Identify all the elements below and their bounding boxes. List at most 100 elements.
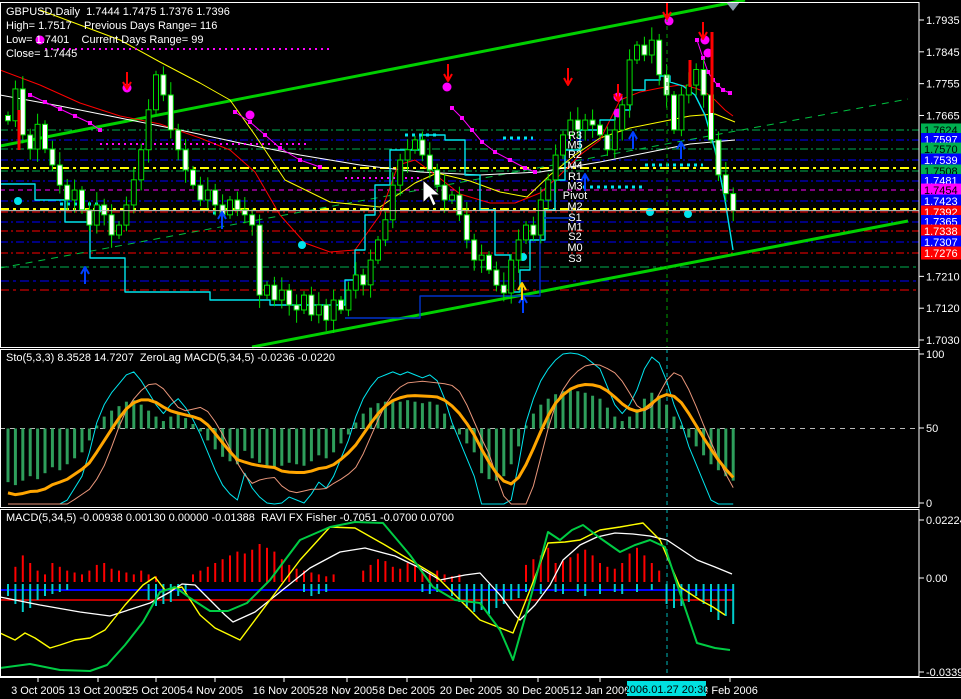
sar-square [480, 140, 484, 144]
sar-square [298, 158, 302, 162]
symbol-period-label: GBPUSD,Daily [6, 6, 80, 18]
time-axis-label: 3 Oct 2005 [11, 685, 65, 697]
sto-histogram-bar [81, 429, 84, 453]
ravi-green-line [0, 522, 730, 671]
candle-body [28, 135, 33, 149]
sto-histogram-bar [650, 393, 653, 429]
chart-canvas[interactable]: R3M5R2M4R1M3PivotM2S1M1S2M0S31.79351.784… [0, 0, 961, 699]
candle-body [501, 285, 506, 293]
candle-body [435, 170, 440, 185]
candle-body [376, 240, 381, 260]
sto-histogram-bar [325, 429, 328, 459]
price-scale-label: 1.7210 [926, 271, 960, 283]
sto-histogram-bar [717, 429, 720, 471]
candle-body [531, 225, 536, 235]
time-axis-label: 25 Oct 2005 [126, 685, 186, 697]
candle-body [109, 215, 114, 235]
sto-histogram-bar [517, 429, 520, 447]
time-axis-label: 20 Dec 2005 [440, 685, 502, 697]
sto-histogram-bar [169, 417, 172, 429]
sar-square [73, 114, 77, 118]
time-axis-label: 13 Oct 2005 [68, 685, 128, 697]
sto-histogram-bar [14, 429, 17, 486]
candle-body [405, 150, 410, 160]
candle-body [6, 115, 11, 120]
time-axis-label: 8 Dec 2005 [379, 685, 435, 697]
sto-histogram-bar [273, 429, 276, 468]
gray-triangle-marker [726, 2, 740, 11]
candle-body [368, 260, 373, 285]
candle-body [627, 60, 632, 105]
ohlc-values: 1.7444 1.7475 1.7376 1.7396 [86, 6, 230, 18]
sto-histogram-bar [443, 414, 446, 429]
sto-histogram-bar [88, 429, 91, 441]
chart-header-line2: High= 1.7517 Previous Days Range= 116 [6, 19, 217, 33]
sto-histogram-bar [465, 429, 468, 444]
macd-scale-label: 0.02224 [926, 515, 961, 527]
time-axis-label: 12 Jan 2006 [570, 685, 631, 697]
candle-body [361, 275, 366, 285]
candle-body [316, 305, 321, 315]
sto-histogram-bar [621, 421, 624, 428]
sto-histogram-bar [192, 424, 195, 428]
sto-histogram-bar [362, 414, 365, 429]
sto-histogram-bar [243, 429, 246, 451]
sto-histogram-bar [295, 429, 298, 465]
signal-dot-cyan [684, 210, 692, 218]
candle-body [198, 185, 203, 200]
sar-square [493, 150, 497, 154]
candle-body [117, 225, 122, 235]
sto-histogram-bar [591, 396, 594, 429]
candle-body [50, 149, 55, 165]
sto-histogram-bar [673, 417, 676, 429]
sto-histogram-bar [613, 417, 616, 429]
sto-histogram-bar [258, 429, 261, 463]
candle-body [479, 255, 484, 260]
candle-body [154, 75, 159, 110]
candle-body [561, 135, 566, 155]
sto-histogram-bar [732, 429, 735, 481]
candle-body [612, 130, 617, 150]
sto-histogram-bar [687, 429, 690, 438]
sto-histogram-bar [428, 402, 431, 429]
candle-body [598, 125, 603, 135]
sto-histogram-bar [29, 429, 32, 477]
candle-body [205, 190, 210, 200]
candle-body [553, 155, 558, 180]
sar-square [28, 93, 32, 97]
sto-histogram-bar [21, 429, 24, 481]
sar-square [248, 120, 252, 124]
time-axis-label: 16 Nov 2005 [253, 685, 315, 697]
candle-body [420, 140, 425, 155]
sto-histogram-bar [658, 396, 661, 429]
candle-body [191, 170, 196, 185]
candle-body [176, 130, 181, 150]
candle-body [294, 305, 299, 310]
candle-body [257, 225, 262, 295]
signal-dot-cyan [14, 197, 22, 205]
candle-body [657, 40, 662, 75]
sto-histogram-bar [184, 418, 187, 428]
sto-histogram-bar [436, 405, 439, 429]
candle-body [102, 205, 107, 215]
candle-body [442, 185, 447, 200]
signal-dot-magenta [246, 111, 255, 120]
sto-histogram-bar [199, 429, 202, 432]
sto-histogram-bar [414, 402, 417, 429]
candle-body [620, 105, 625, 130]
candle-body [346, 290, 351, 310]
candle-body [302, 295, 307, 310]
sto-histogram-bar [606, 408, 609, 429]
sto-histogram-bar [332, 429, 335, 453]
sto-histogram-bar [66, 429, 69, 465]
sto-histogram-bar [251, 429, 254, 459]
candle-body [494, 270, 499, 285]
sar-square [98, 128, 102, 132]
candle-body [701, 70, 706, 95]
chart-header-line1: GBPUSD,Daily 1.7444 1.7475 1.7376 1.7396 [6, 5, 230, 19]
sar-square [716, 83, 720, 87]
candle-body [287, 290, 292, 305]
sto-histogram-bar [147, 411, 150, 429]
sar-square [523, 166, 527, 170]
sto-histogram-bar [177, 414, 180, 429]
